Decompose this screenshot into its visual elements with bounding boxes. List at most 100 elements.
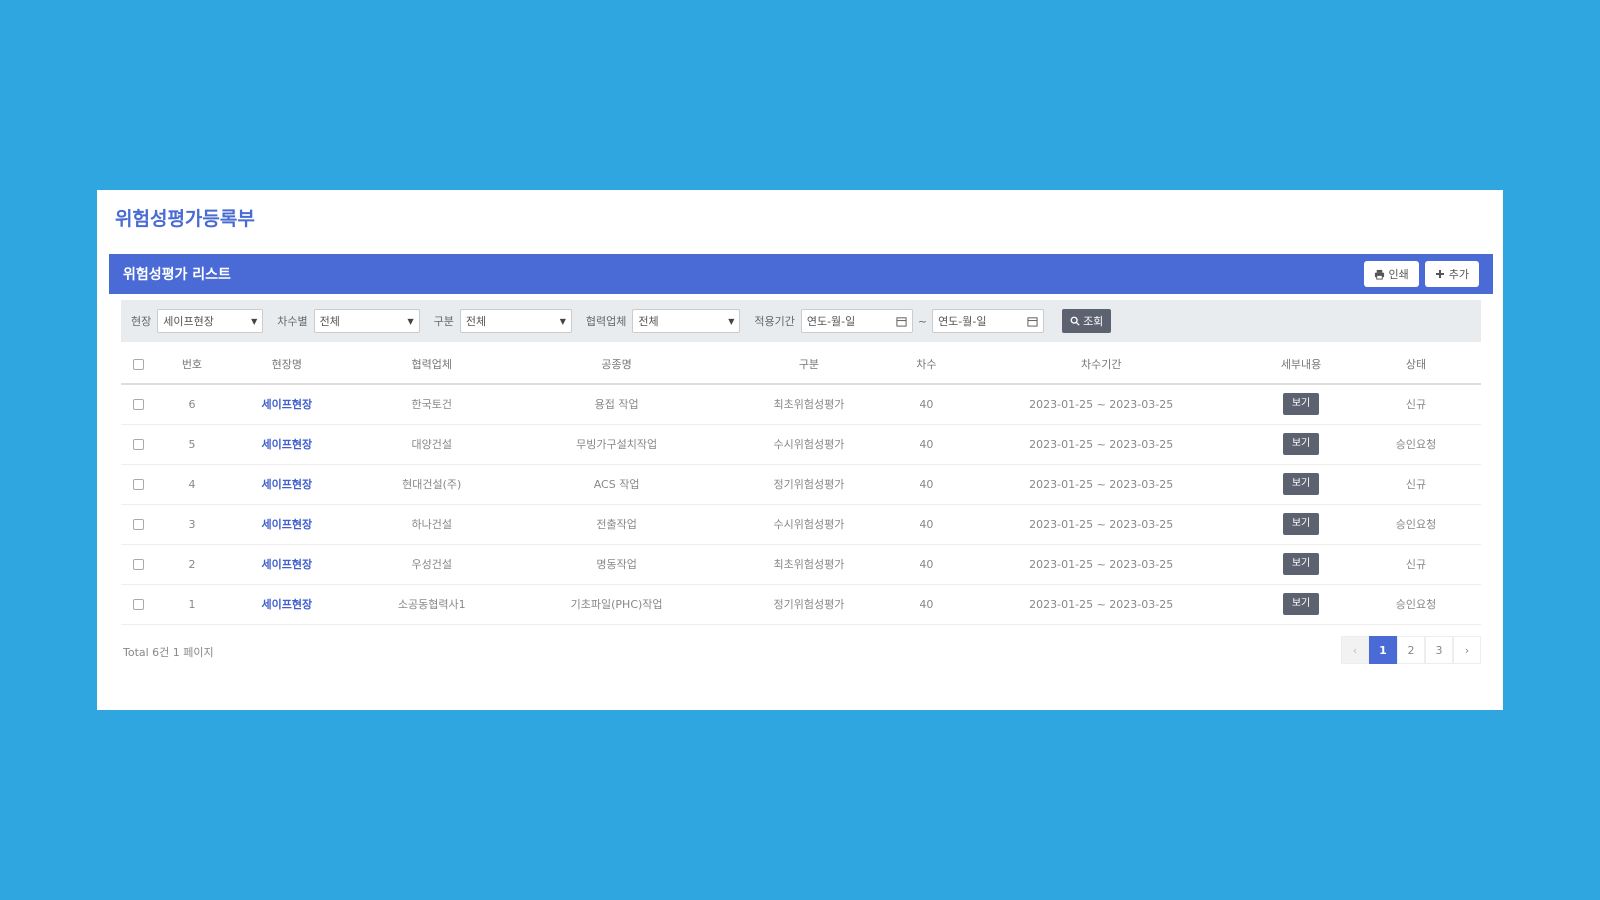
row-status: 승인요청 [1351, 584, 1481, 625]
row-no: 1 [156, 584, 227, 625]
site-select-value: 세이프현장 [163, 315, 214, 328]
view-detail-button[interactable]: 보기 [1283, 433, 1320, 455]
row-partner: 소공동협력사1 [346, 584, 517, 625]
partner-select-value: 전체 [638, 315, 659, 328]
list-title: 위험성평가 리스트 [123, 267, 231, 283]
page-button-1[interactable]: 1 [1369, 636, 1397, 664]
page-prev-button[interactable]: ‹ [1341, 636, 1369, 664]
calendar-icon [896, 316, 907, 327]
chevron-down-icon: ▼ [728, 316, 735, 326]
table-row: 4 세이프현장 현대건설(주) ACS 작업 정기위험성평가 40 2023-01-25 ~… [121, 464, 1481, 505]
partner-select[interactable]: 전체 ▼ [632, 309, 741, 333]
row-status: 신규 [1351, 544, 1481, 585]
row-site-link[interactable]: 세이프현장 [262, 438, 313, 451]
chevron-down-icon: ▼ [407, 316, 414, 326]
header-status: 상태 [1351, 344, 1481, 385]
page-button-3[interactable]: 3 [1425, 636, 1453, 664]
row-period: 2023-01-25 ~ 2023-03-25 [951, 504, 1252, 545]
row-round: 40 [901, 584, 952, 625]
row-site-link[interactable]: 세이프현장 [262, 398, 313, 411]
row-period: 2023-01-25 ~ 2023-03-25 [951, 544, 1252, 585]
row-work: 용접 작업 [516, 384, 717, 425]
row-round: 40 [901, 384, 952, 425]
row-checkbox[interactable] [133, 399, 145, 411]
view-detail-button[interactable]: 보기 [1283, 593, 1320, 615]
row-partner: 현대건설(주) [346, 464, 517, 505]
view-detail-button[interactable]: 보기 [1283, 393, 1320, 416]
header-type: 구분 [716, 344, 902, 385]
row-work: 전출작업 [516, 504, 717, 545]
total-count: Total 6건 1 페이지 [123, 646, 214, 659]
type-filter-label: 구분 [433, 315, 454, 328]
row-type: 최초위험성평가 [716, 384, 902, 425]
row-status: 승인요청 [1351, 504, 1481, 545]
add-button[interactable]: 추가 [1424, 261, 1479, 287]
row-site-link[interactable]: 세이프현장 [262, 518, 313, 531]
table-row: 2 세이프현장 우성건설 명동작업 최초위험성평가 40 2023-01-25 ~ 2023… [121, 544, 1481, 585]
view-detail-button[interactable]: 보기 [1283, 513, 1320, 535]
round-select-value: 전체 [319, 315, 340, 328]
row-status: 승인요청 [1351, 424, 1481, 465]
row-type: 정기위험성평가 [716, 464, 902, 505]
row-no: 4 [156, 464, 227, 505]
date-from-input[interactable]: 연도-월-일 [800, 309, 913, 333]
list-header: 위험성평가 리스트 인쇄 추가 [109, 254, 1493, 294]
header-work: 공종명 [516, 344, 717, 385]
row-type: 최초위험성평가 [716, 544, 902, 585]
row-round: 40 [901, 424, 952, 465]
type-select[interactable]: 전체 ▼ [459, 309, 572, 333]
page-next-button[interactable]: › [1453, 636, 1481, 664]
header-round: 차수 [901, 344, 952, 385]
row-type: 정기위험성평가 [716, 584, 902, 625]
print-label: 인쇄 [1388, 268, 1409, 281]
row-site-link[interactable]: 세이프현장 [262, 598, 313, 611]
page-title: 위험성평가등록부 [115, 208, 255, 230]
site-select[interactable]: 세이프현장 ▼ [157, 309, 264, 333]
row-checkbox[interactable] [133, 559, 145, 570]
row-partner: 대양건설 [346, 424, 517, 465]
date-to-input[interactable]: 연도-월-일 [932, 309, 1045, 333]
row-status: 신규 [1351, 384, 1481, 425]
table-row: 1 세이프현장 소공동협력사1 기초파일(PHC)작업 정기위험성평가 40 2023-01… [121, 584, 1481, 625]
round-filter-label: 차수별 [277, 315, 308, 328]
row-work: ACS 작업 [516, 464, 717, 505]
select-all-checkbox[interactable] [133, 358, 145, 370]
search-button[interactable]: 조회 [1062, 309, 1112, 333]
row-checkbox[interactable] [133, 439, 145, 450]
row-period: 2023-01-25 ~ 2023-03-25 [951, 384, 1252, 425]
row-round: 40 [901, 464, 952, 505]
table-header-row: 번호 현장명 협력업체 공종명 구분 차수 차수기간 세부내용 상태 [121, 344, 1481, 385]
row-no: 3 [156, 504, 227, 545]
view-detail-button[interactable]: 보기 [1283, 473, 1320, 495]
pagination: ‹ 1 2 3 › [1341, 636, 1481, 664]
row-type: 수시위험성평가 [716, 424, 902, 465]
row-round: 40 [901, 544, 952, 585]
row-site-link[interactable]: 세이프현장 [262, 558, 313, 571]
row-type: 수시위험성평가 [716, 504, 902, 545]
print-button[interactable]: 인쇄 [1363, 261, 1419, 287]
page-button-2[interactable]: 2 [1397, 636, 1425, 664]
row-status: 신규 [1351, 464, 1481, 505]
table-row: 5 세이프현장 대양건설 무빙가구설치작업 수시위험성평가 40 2023-01-25 ~ … [121, 424, 1481, 465]
row-site-link[interactable]: 세이프현장 [262, 478, 313, 491]
partner-filter-label: 협력업체 [585, 315, 627, 328]
row-checkbox[interactable] [133, 479, 145, 490]
header-partner: 협력업체 [346, 344, 517, 385]
search-label: 조회 [1083, 315, 1104, 328]
header-no: 번호 [156, 344, 227, 385]
main-panel: 위험성평가등록부 위험성평가 리스트 인쇄 추가 현장 세이프현장 ▼ 차수별 … [97, 190, 1503, 710]
date-from-placeholder: 연도-월-일 [806, 315, 856, 328]
view-detail-button[interactable]: 보기 [1283, 553, 1320, 575]
header-site: 현장명 [226, 344, 347, 385]
chevron-down-icon: ▼ [251, 316, 258, 326]
round-select[interactable]: 전체 ▼ [313, 309, 420, 333]
table-row: 3 세이프현장 하나건설 전출작업 수시위험성평가 40 2023-01-25 ~ 2023… [121, 504, 1481, 545]
row-checkbox[interactable] [133, 519, 145, 530]
row-checkbox[interactable] [133, 599, 145, 610]
date-to-placeholder: 연도-월-일 [938, 315, 987, 328]
header-period: 차수기간 [951, 344, 1252, 385]
date-separator: ~ [917, 314, 928, 328]
row-work: 명동작업 [516, 544, 717, 585]
row-no: 6 [156, 384, 227, 425]
period-filter-label: 적용기간 [754, 315, 795, 328]
